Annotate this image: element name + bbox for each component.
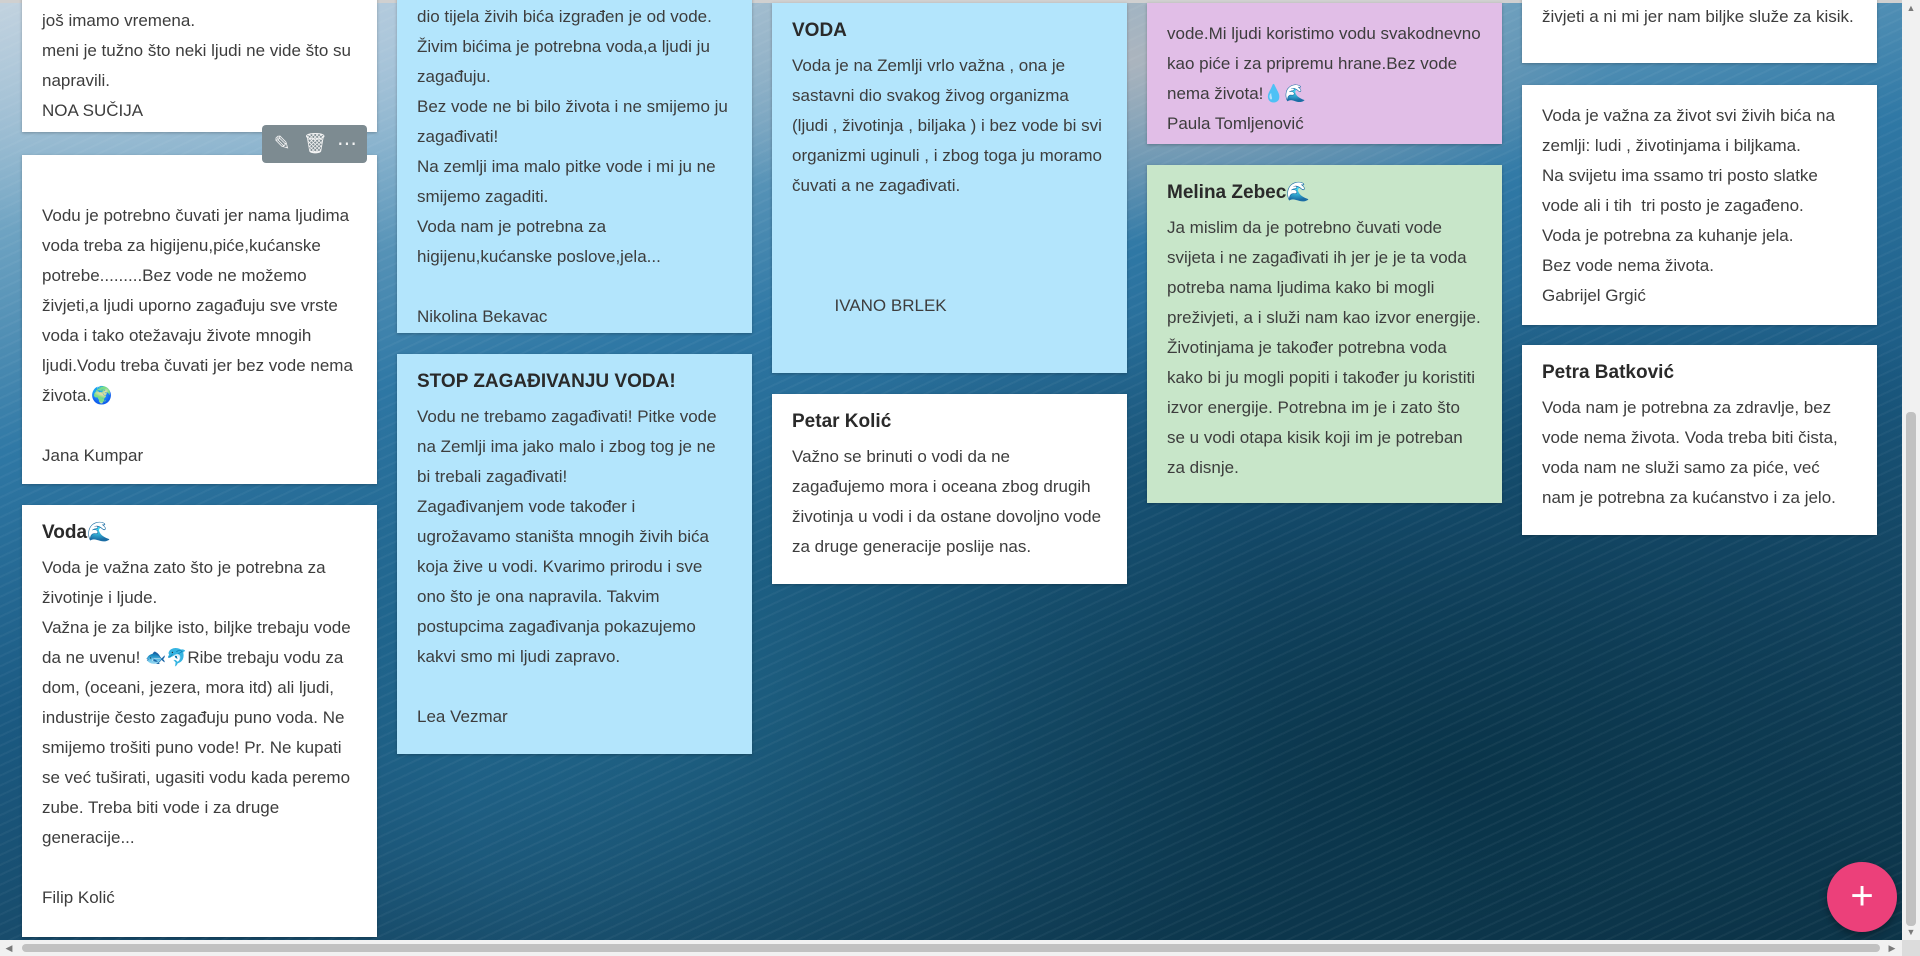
post-title: STOP ZAGAĐIVANJU VODA! bbox=[417, 371, 676, 392]
post-body: Voda nam je potrebna za zdravlje, bez vo… bbox=[1542, 398, 1843, 507]
post-body: Vodu je potrebno čuvati jer nama ljudima… bbox=[42, 206, 353, 465]
post-card-melina[interactable]: Melina Zebec🌊 Ja mislim da je potrebno č… bbox=[1147, 165, 1502, 503]
post-card-petar[interactable]: Petar Kolić Važno se brinuti o vodi da n… bbox=[772, 394, 1127, 584]
post-card-filip[interactable]: Voda🌊 Voda je važna zato što je potrebna… bbox=[22, 505, 377, 937]
post-body: Voda je važna za život svi živih bića na… bbox=[1542, 106, 1835, 305]
post-title: Melina Zebec🌊 bbox=[1167, 182, 1310, 203]
post-body: još imamo vremena. meni je tužno što nek… bbox=[42, 11, 352, 120]
post-card-jana[interactable]: Vodu je potrebno čuvati jer nama ljudima… bbox=[22, 155, 377, 484]
post-title: Petar Kolić bbox=[792, 411, 892, 432]
post-card-lea[interactable]: STOP ZAGAĐIVANJU VODA! Vodu ne trebamo z… bbox=[397, 354, 752, 754]
scroll-down-arrow-icon[interactable]: ▼ bbox=[1905, 926, 1917, 938]
post-card-petra[interactable]: Petra Batković Voda nam je potrebna za z… bbox=[1522, 345, 1877, 535]
plus-icon: + bbox=[1850, 874, 1874, 918]
post-body: vode.Mi ljudi koristimo vodu svakodnevno… bbox=[1167, 24, 1481, 133]
add-post-button[interactable]: + bbox=[1827, 862, 1897, 932]
post-card-gabrijel[interactable]: Voda je važna za život svi živih bića na… bbox=[1522, 85, 1877, 325]
post-title: VODA bbox=[792, 20, 847, 41]
post-card-nikolina[interactable]: dio tijela živih bića izgrađen je od vod… bbox=[397, 0, 752, 333]
post-body: Voda je važna zato što je potrebna za ži… bbox=[42, 558, 351, 907]
horizontal-scroll-thumb[interactable] bbox=[22, 944, 1880, 952]
scroll-left-arrow-icon[interactable]: ◀ bbox=[3, 942, 15, 954]
scroll-up-arrow-icon[interactable]: ▲ bbox=[1905, 2, 1917, 14]
trash-icon[interactable]: 🗑 bbox=[302, 134, 327, 154]
post-card-noa[interactable]: još imamo vremena. meni je tužno što nek… bbox=[22, 0, 377, 132]
post-body: dio tijela živih bića izgrađen je od vod… bbox=[417, 7, 728, 326]
scroll-right-arrow-icon[interactable]: ▶ bbox=[1886, 942, 1898, 954]
post-body: živjeti a ni mi jer nam biljke služe za … bbox=[1542, 7, 1854, 26]
post-body: Važno se brinuti o vodi da ne zagađujemo… bbox=[792, 447, 1106, 556]
scrollbar-corner bbox=[1902, 940, 1920, 956]
post-body: Ja mislim da je potrebno čuvati vode svi… bbox=[1167, 218, 1486, 477]
pencil-icon[interactable]: ✎ bbox=[270, 134, 294, 154]
post-card-ivano[interactable]: VODA Voda je na Zemlji vrlo važna , ona … bbox=[772, 3, 1127, 373]
post-body: Voda je na Zemlji vrlo važna , ona je sa… bbox=[792, 56, 1102, 315]
vertical-scroll-thumb[interactable] bbox=[1906, 412, 1916, 926]
post-card-paula[interactable]: vode.Mi ljudi koristimo vodu svakodnevno… bbox=[1147, 3, 1502, 144]
post-title: Petra Batković bbox=[1542, 362, 1675, 383]
post-card-kisik[interactable]: živjeti a ni mi jer nam biljke služe za … bbox=[1522, 0, 1877, 63]
card-action-toolbar: ✎ 🗑 ⋯ bbox=[262, 125, 367, 163]
post-body: Vodu ne trebamo zagađivati! Pitke vode n… bbox=[417, 407, 717, 726]
more-horizontal-icon[interactable]: ⋯ bbox=[335, 134, 359, 154]
post-title: Voda🌊 bbox=[42, 522, 111, 543]
